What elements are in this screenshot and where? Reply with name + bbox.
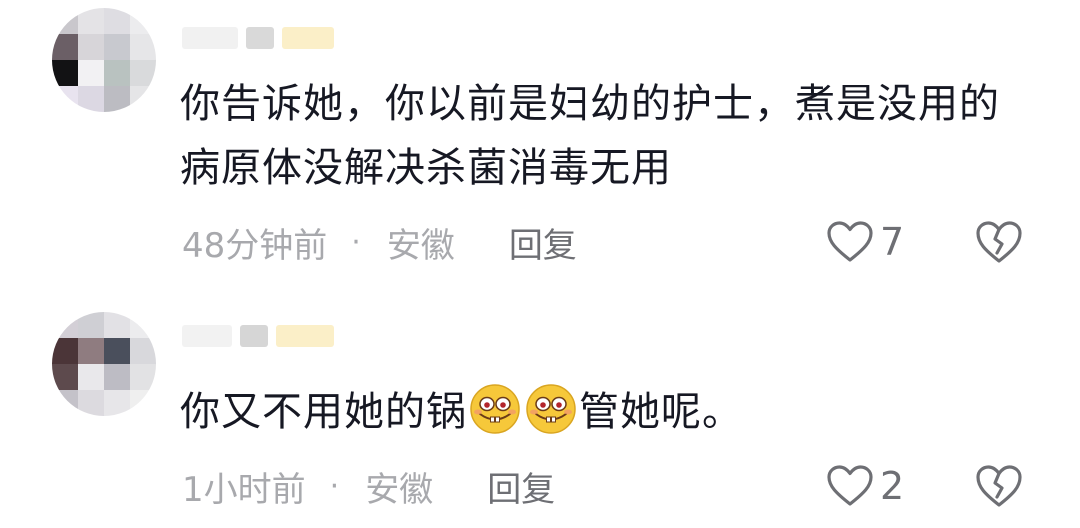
comment-text: 你告诉她，你以前是妇幼的护士，煮是没用的病原体没解决杀菌消毒无用 <box>180 81 1000 191</box>
comment-meta: 48分钟前 · 安徽 回复 <box>182 218 577 267</box>
broken-heart-icon <box>976 465 1022 507</box>
dislike-button[interactable] <box>974 219 1024 265</box>
like-button[interactable]: 7 <box>826 217 904 267</box>
meta-separator: · <box>351 224 361 260</box>
username-blurred[interactable] <box>182 322 352 350</box>
comment-text: 你又不用她的锅 管她呢。 <box>180 380 1020 444</box>
reply-button[interactable]: 回复 <box>509 218 577 267</box>
reply-button[interactable]: 回复 <box>487 462 555 511</box>
broken-heart-icon <box>976 221 1022 263</box>
username-blurred[interactable] <box>182 24 352 52</box>
like-count: 7 <box>880 220 905 264</box>
comment-meta: 1小时前 · 安徽 回复 <box>182 462 555 511</box>
heart-outline-icon <box>827 465 873 506</box>
dislike-button[interactable] <box>974 463 1024 509</box>
comment-time: 48分钟前 <box>182 225 328 266</box>
heart-outline-icon <box>827 221 873 262</box>
comment-item: 你告诉她，你以前是妇幼的护士，煮是没用的病原体没解决杀菌消毒无用 48分钟前 ·… <box>0 0 1080 285</box>
meta-separator: · <box>329 468 340 504</box>
avatar[interactable] <box>52 312 156 416</box>
comment-time: 1小时前 <box>182 469 306 510</box>
comment-location: 安徽 <box>386 225 455 266</box>
comment-text-part: 你又不用她的锅 <box>180 389 467 435</box>
grin-emoji-icon <box>525 383 577 435</box>
avatar[interactable] <box>52 8 156 112</box>
like-button[interactable]: 2 <box>826 461 904 511</box>
grin-emoji-icon <box>469 383 521 435</box>
comment-location: 安徽 <box>365 469 434 510</box>
comment-text-part: 管她呢。 <box>579 389 743 435</box>
comment-item: 你又不用她的锅 管她呢。 1小时前 · 安徽 回复 2 <box>0 300 1080 528</box>
like-count: 2 <box>880 464 905 508</box>
